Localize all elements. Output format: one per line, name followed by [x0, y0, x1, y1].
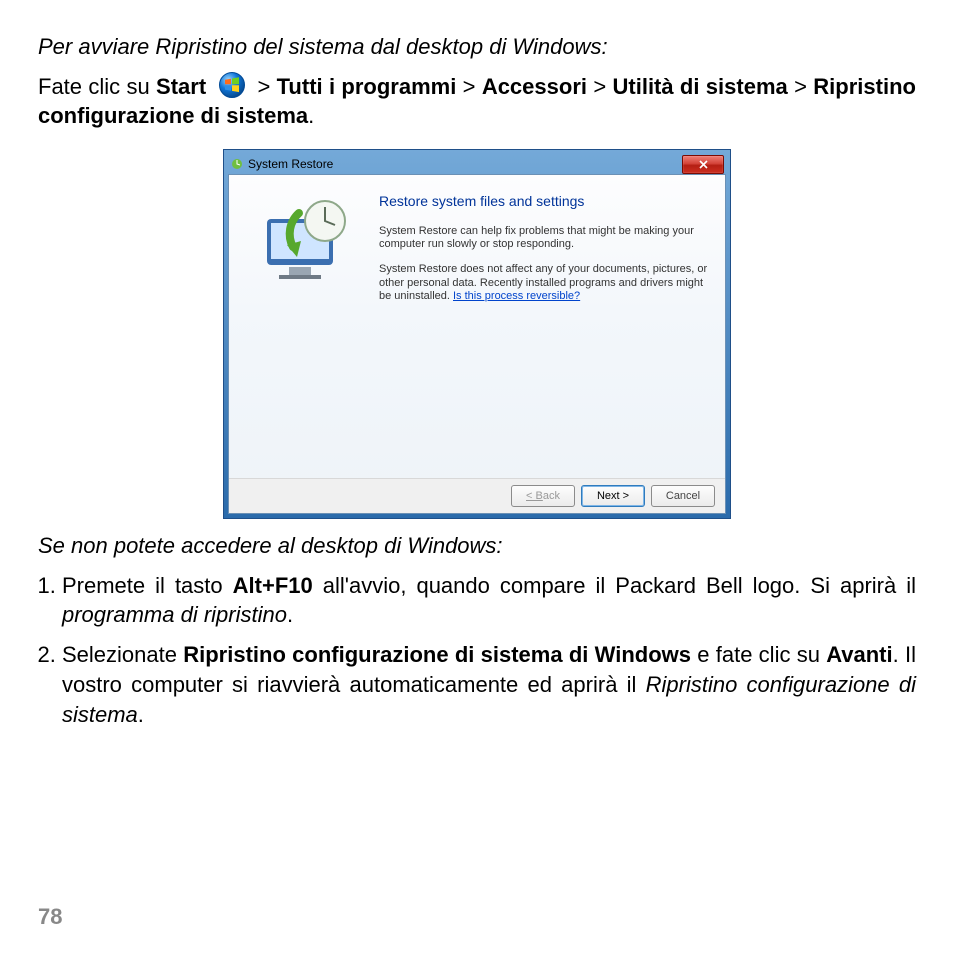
program-name: programma di ripristino [62, 602, 287, 627]
dialog-heading: Restore system files and settings [379, 193, 709, 209]
crumb-all-programs: Tutti i programmi [277, 74, 457, 99]
dialog-paragraph-1: System Restore can help fix problems tha… [379, 225, 709, 251]
crumb-accessories: Accessori [482, 74, 587, 99]
option-name: Ripristino configurazione di sistema di … [183, 642, 691, 667]
document-page: Per avviare Ripristino del sistema dal d… [0, 0, 954, 954]
cancel-button[interactable]: Cancel [651, 485, 715, 507]
button-name: Avanti [826, 642, 892, 667]
start-label: Start [156, 74, 206, 99]
separator: > [257, 74, 276, 99]
text: . [287, 602, 293, 627]
system-restore-icon [230, 157, 244, 171]
next-button-label: Next > [597, 490, 629, 502]
step-1: Premete il tasto Alt+F10 all'avvio, quan… [62, 571, 916, 630]
section2-heading: Se non potete accedere al desktop di Win… [38, 531, 916, 561]
separator: > [463, 74, 482, 99]
dialog-icon-pane [229, 175, 379, 479]
windows-start-orb-icon [219, 72, 245, 98]
reversible-link[interactable]: Is this process reversible? [453, 290, 580, 302]
text: Selezionate [62, 642, 183, 667]
dialog-content: Restore system files and settings System… [229, 175, 725, 479]
crumb-system-tools: Utilità di sistema [613, 74, 788, 99]
system-restore-art-icon [249, 191, 359, 291]
system-restore-dialog: System Restore [223, 149, 731, 519]
close-icon [699, 160, 708, 169]
dialog-title: System Restore [248, 157, 333, 171]
instructions-paragraph: Fate clic su Start > Tutti i programmi >… [38, 72, 916, 131]
text: e fate clic su [691, 642, 826, 667]
dialog-figure: System Restore [38, 149, 916, 519]
section1-heading: Per avviare Ripristino del sistema dal d… [38, 32, 916, 62]
separator: > [794, 74, 813, 99]
dialog-button-bar: < Back Next > Cancel [229, 478, 725, 513]
text: . [138, 702, 144, 727]
key-combo: Alt+F10 [233, 573, 313, 598]
step-2: Selezionate Ripristino configurazione di… [62, 640, 916, 729]
text: Fate clic su [38, 74, 156, 99]
text: all'avvio, quando compare il Packard Bel… [313, 573, 916, 598]
steps-list: Premete il tasto Alt+F10 all'avvio, quan… [38, 571, 916, 729]
back-button-label: < Back [526, 490, 560, 502]
dialog-paragraph-2: System Restore does not affect any of yo… [379, 263, 709, 303]
close-button[interactable] [682, 155, 724, 174]
back-button: < Back [511, 485, 575, 507]
page-number: 78 [38, 904, 62, 930]
dialog-text-pane: Restore system files and settings System… [379, 175, 725, 479]
dialog-client-area: Restore system files and settings System… [228, 174, 726, 514]
cancel-button-label: Cancel [666, 490, 700, 502]
text: Premete il tasto [62, 573, 233, 598]
dialog-titlebar: System Restore [228, 154, 726, 174]
next-button[interactable]: Next > [581, 485, 645, 507]
separator: > [593, 74, 612, 99]
